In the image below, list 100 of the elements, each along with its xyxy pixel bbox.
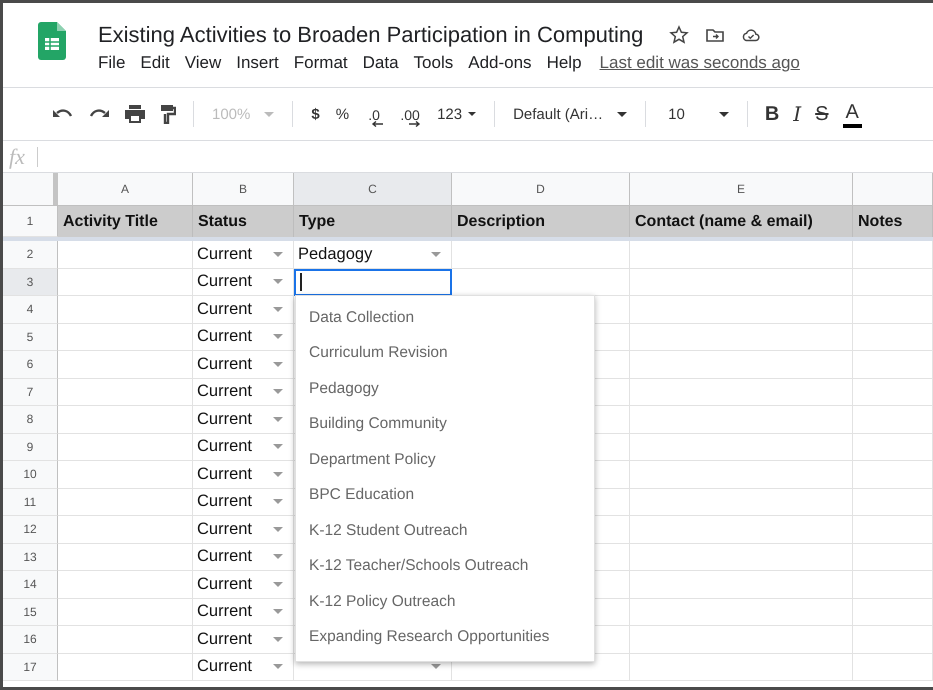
row-number[interactable]: 11 xyxy=(3,488,58,516)
table-cell[interactable] xyxy=(58,351,193,378)
table-cell[interactable] xyxy=(58,516,193,544)
table-cell[interactable] xyxy=(853,296,933,324)
dropdown-cell[interactable]: Current xyxy=(193,488,294,516)
dropdown-cell[interactable]: Current xyxy=(193,378,294,406)
table-cell[interactable] xyxy=(630,351,853,378)
table-cell[interactable] xyxy=(58,544,193,571)
caret-icon[interactable] xyxy=(431,252,441,257)
table-cell[interactable] xyxy=(630,571,853,598)
table-cell[interactable] xyxy=(58,378,193,406)
caret-icon[interactable] xyxy=(273,664,283,670)
table-cell[interactable] xyxy=(630,241,853,268)
row-number[interactable]: 15 xyxy=(3,598,58,626)
table-cell[interactable] xyxy=(853,544,933,571)
table-cell[interactable] xyxy=(853,598,933,626)
table-cell[interactable] xyxy=(853,324,933,351)
table-cell[interactable] xyxy=(630,626,853,654)
table-cell[interactable] xyxy=(630,516,853,544)
text-color-button[interactable]: A xyxy=(842,100,862,128)
dropdown-cell[interactable]: Current xyxy=(193,598,294,626)
table-cell[interactable] xyxy=(58,654,193,681)
dropdown-option[interactable]: BPC Education xyxy=(296,478,594,513)
currency-button[interactable]: $ xyxy=(311,106,320,122)
table-cell[interactable] xyxy=(853,461,933,488)
table-cell[interactable] xyxy=(853,571,933,598)
caret-icon[interactable] xyxy=(273,416,283,422)
decrease-decimals-button[interactable]: .0 xyxy=(365,107,384,127)
dropdown-option[interactable]: K-12 Student Outreach xyxy=(296,513,594,548)
caret-icon[interactable] xyxy=(273,582,283,587)
dropdown-cell[interactable]: Current xyxy=(193,571,294,598)
caret-icon[interactable] xyxy=(273,362,283,367)
table-cell[interactable] xyxy=(58,598,193,626)
bold-button[interactable]: B xyxy=(764,102,780,126)
percent-button[interactable]: % xyxy=(336,106,350,122)
menu-item[interactable]: Edit xyxy=(140,53,170,73)
table-cell[interactable] xyxy=(58,461,193,488)
caret-icon[interactable] xyxy=(273,499,283,504)
more-formats-dropdown[interactable]: 123 xyxy=(437,106,476,122)
dropdown-option[interactable]: Expanding Research Opportunities xyxy=(296,620,594,655)
table-cell[interactable] xyxy=(630,544,853,571)
increase-decimals-button[interactable]: .00 xyxy=(399,107,422,127)
dropdown-cell[interactable]: Current xyxy=(193,434,294,461)
menu-item[interactable]: Tools xyxy=(414,53,454,73)
dropdown-cell[interactable]: Current xyxy=(193,296,294,324)
row-number[interactable]: 5 xyxy=(3,324,58,351)
table-cell[interactable] xyxy=(58,571,193,598)
menu-item[interactable]: Insert xyxy=(236,53,279,73)
font-dropdown[interactable]: Default (Ari… xyxy=(513,106,628,122)
dropdown-option[interactable]: Pedagogy xyxy=(296,371,594,406)
table-cell[interactable] xyxy=(630,654,853,681)
row-number[interactable]: 7 xyxy=(3,378,58,406)
table-cell[interactable] xyxy=(853,434,933,461)
font-size-dropdown[interactable]: 10 xyxy=(668,106,729,122)
dropdown-option[interactable]: Data Collection xyxy=(296,300,594,336)
table-cell[interactable] xyxy=(630,461,853,488)
table-cell[interactable] xyxy=(630,406,853,434)
dropdown-cell[interactable]: Current xyxy=(193,324,294,351)
row-number[interactable]: 10 xyxy=(3,461,58,488)
table-cell[interactable] xyxy=(630,324,853,351)
paint-format-icon[interactable] xyxy=(160,104,176,124)
row-number[interactable]: 2 xyxy=(3,241,58,268)
row-number[interactable]: 3 xyxy=(3,268,58,296)
menu-item[interactable]: File xyxy=(98,53,126,73)
table-cell[interactable] xyxy=(630,434,853,461)
dropdown-cell[interactable]: Current xyxy=(193,268,294,296)
table-cell[interactable] xyxy=(853,351,933,378)
menu-item[interactable]: View xyxy=(184,53,222,73)
table-cell[interactable] xyxy=(853,406,933,434)
table-cell[interactable] xyxy=(853,268,933,296)
table-cell[interactable] xyxy=(853,488,933,516)
table-cell[interactable] xyxy=(630,488,853,516)
table-cell[interactable] xyxy=(630,378,853,406)
dropdown-option[interactable]: Department Policy xyxy=(296,442,594,478)
dropdown-cell[interactable]: Pedagogy xyxy=(294,241,452,268)
caret-icon[interactable] xyxy=(273,252,283,257)
table-cell[interactable] xyxy=(58,626,193,654)
caret-icon[interactable] xyxy=(273,389,283,394)
caret-icon[interactable] xyxy=(273,306,283,312)
table-cell[interactable] xyxy=(630,268,853,296)
row-number[interactable]: 17 xyxy=(3,654,58,681)
dropdown-option[interactable]: K-12 Policy Outreach xyxy=(296,584,594,620)
row-number[interactable]: 16 xyxy=(3,626,58,654)
row-number[interactable]: 8 xyxy=(3,406,58,434)
caret-icon[interactable] xyxy=(273,334,283,340)
row-number[interactable]: 13 xyxy=(3,544,58,571)
row-number[interactable]: 9 xyxy=(3,434,58,461)
row-number[interactable]: 12 xyxy=(3,516,58,544)
table-cell[interactable] xyxy=(853,241,933,268)
italic-button[interactable]: I xyxy=(793,102,802,126)
dropdown-cell[interactable]: Current xyxy=(193,654,294,681)
caret-icon[interactable] xyxy=(273,444,283,450)
column-header[interactable]: D xyxy=(452,173,630,205)
table-cell[interactable] xyxy=(58,324,193,351)
row-number[interactable]: 14 xyxy=(3,571,58,598)
dropdown-cell[interactable]: Current xyxy=(193,516,294,544)
star-icon[interactable] xyxy=(669,25,690,45)
row-number[interactable]: 1 xyxy=(3,206,58,237)
document-title[interactable]: Existing Activities to Broaden Participation in Computing xyxy=(98,22,644,48)
row-number[interactable]: 4 xyxy=(3,296,58,324)
